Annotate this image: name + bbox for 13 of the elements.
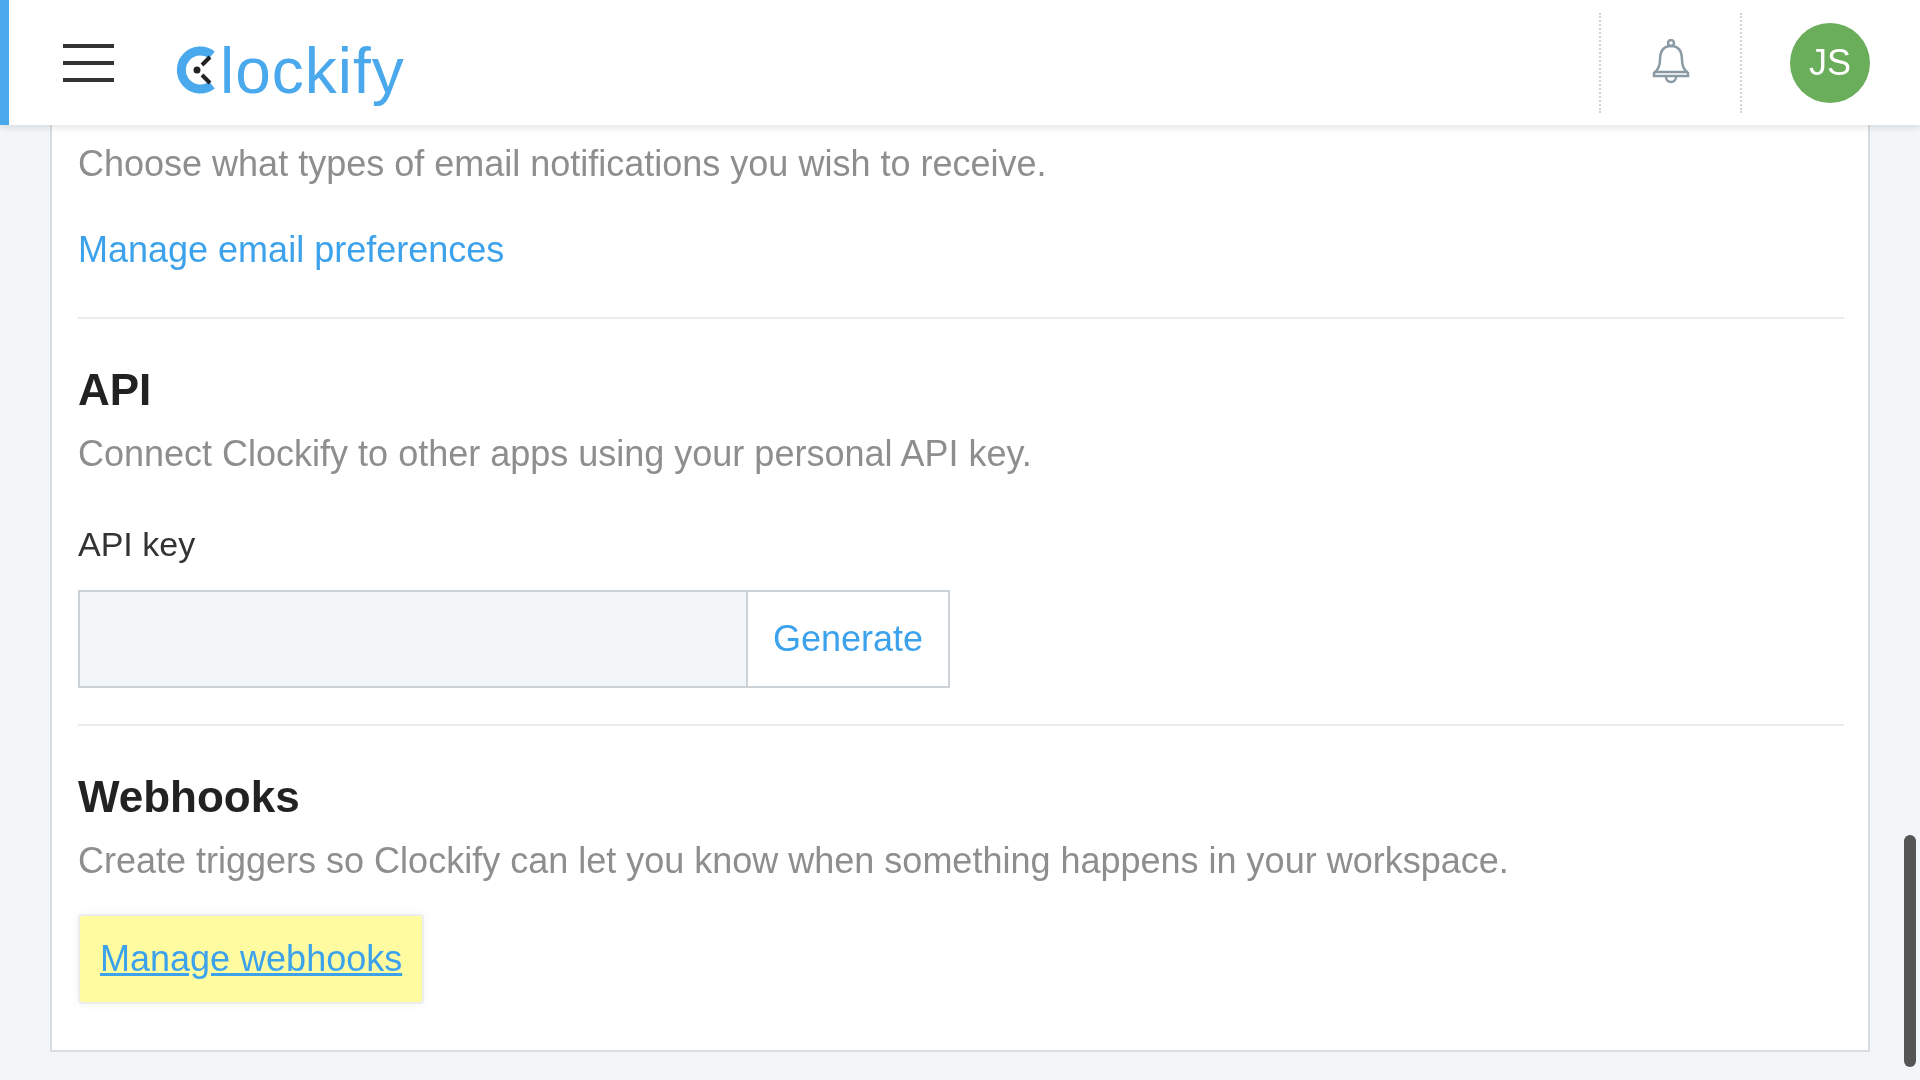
- section-title: API: [78, 365, 153, 415]
- menu-icon[interactable]: [63, 43, 114, 82]
- field-label: API key: [78, 525, 197, 564]
- section-description: Create triggers so Clockify can let you know when something happens in your workspace.: [78, 840, 1510, 882]
- section-description: Choose what types of email notifications you wish to receive.: [78, 143, 1048, 185]
- section-title: Webhooks: [78, 772, 301, 822]
- manage-webhooks-button[interactable]: Manage webhooks: [78, 914, 425, 1004]
- generate-button[interactable]: Generate: [748, 590, 950, 688]
- scrollbar-thumb[interactable]: [1904, 835, 1916, 1067]
- email-preferences-link[interactable]: Manage email preferences: [78, 229, 505, 271]
- user-avatar[interactable]: JS: [1790, 22, 1870, 103]
- api-key-field[interactable]: [78, 590, 748, 688]
- section-description: Connect Clockify to other apps using your personal API key.: [78, 433, 1033, 475]
